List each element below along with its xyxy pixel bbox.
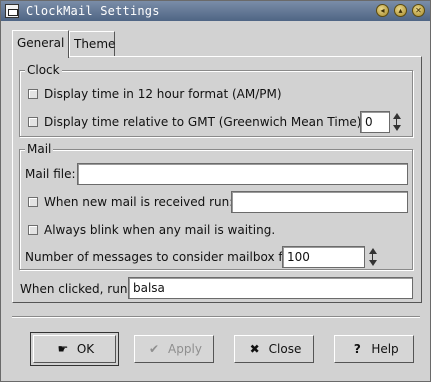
mail-group: Mail Mail file: When new mail is receive… bbox=[19, 142, 413, 270]
checkmark-icon: ✔ bbox=[149, 342, 160, 356]
maximize-icon[interactable]: ▴ bbox=[394, 4, 407, 17]
minimize-icon[interactable]: ◂ bbox=[376, 4, 389, 17]
on-click-row: When clicked, run: bbox=[20, 282, 131, 296]
tab-general-label: General bbox=[17, 36, 65, 50]
twelve-hour-label: Display time in 12 hour format (AM/PM) bbox=[44, 87, 282, 101]
mail-file-input[interactable] bbox=[77, 163, 408, 185]
ok-button[interactable]: ☛ OK bbox=[30, 332, 119, 366]
on-click-command-input[interactable]: balsa bbox=[128, 277, 413, 299]
apply-button[interactable]: ✔ Apply bbox=[134, 335, 214, 363]
help-button-label: Help bbox=[371, 342, 399, 356]
spin-down-icon[interactable] bbox=[393, 125, 401, 131]
help-button[interactable]: ? Help bbox=[334, 335, 414, 363]
spin-up-icon[interactable] bbox=[369, 248, 377, 254]
on-click-label: When clicked, run: bbox=[20, 282, 132, 296]
spin-up-icon[interactable] bbox=[393, 113, 401, 119]
mailbox-full-spinner[interactable]: 100 bbox=[282, 246, 365, 268]
gmt-checkbox[interactable] bbox=[28, 117, 38, 127]
blink-checkbox[interactable] bbox=[28, 225, 38, 235]
new-mail-command-input[interactable] bbox=[231, 191, 408, 213]
close-icon[interactable]: ✕ bbox=[412, 4, 425, 17]
twelve-hour-checkbox[interactable] bbox=[28, 89, 38, 99]
clock-group-label: Clock bbox=[25, 63, 62, 77]
general-panel: Clock Display time in 12 hour format (AM… bbox=[12, 56, 422, 303]
mailbox-full-spin-arrows[interactable] bbox=[367, 246, 379, 268]
gmt-offset-spinner[interactable]: 0 bbox=[360, 111, 390, 133]
mail-group-label: Mail bbox=[25, 142, 54, 156]
apply-button-label: Apply bbox=[168, 342, 202, 356]
x-icon: ✖ bbox=[249, 342, 260, 356]
window-title: ClockMail Settings bbox=[26, 4, 160, 18]
spin-down-icon[interactable] bbox=[369, 260, 377, 266]
tab-general[interactable]: General bbox=[12, 30, 69, 58]
gmt-option[interactable]: Display time relative to GMT (Greenwich … bbox=[28, 115, 366, 129]
button-separator bbox=[12, 316, 420, 318]
twelve-hour-option[interactable]: Display time in 12 hour format (AM/PM) bbox=[28, 87, 282, 101]
mailbox-full-label: Number of messages to consider mailbox f… bbox=[25, 250, 301, 264]
blink-label: Always blink when any mail is waiting. bbox=[44, 223, 276, 237]
blink-option[interactable]: Always blink when any mail is waiting. bbox=[28, 223, 275, 237]
close-button-label: Close bbox=[268, 342, 302, 356]
window-menu-icon[interactable] bbox=[5, 4, 19, 18]
new-mail-checkbox[interactable] bbox=[28, 197, 38, 207]
mail-file-row: Mail file: bbox=[25, 167, 76, 181]
gmt-label: Display time relative to GMT (Greenwich … bbox=[44, 115, 366, 129]
title-bar[interactable]: ClockMail Settings ◂ ▴ ✕ bbox=[1, 1, 430, 21]
close-button[interactable]: ✖ Close bbox=[234, 335, 314, 363]
ok-button-label: OK bbox=[76, 342, 95, 356]
settings-window: ClockMail Settings ◂ ▴ ✕ General Theme C… bbox=[0, 0, 431, 382]
tab-theme[interactable]: Theme bbox=[69, 31, 115, 57]
new-mail-label: When new mail is received run: bbox=[44, 195, 234, 209]
clock-group: Clock Display time in 12 hour format (AM… bbox=[19, 63, 413, 137]
ok-hand-icon: ☛ bbox=[57, 342, 69, 356]
mail-file-label: Mail file: bbox=[25, 167, 76, 181]
tab-theme-label: Theme bbox=[74, 37, 116, 51]
question-mark-icon: ? bbox=[353, 342, 361, 356]
new-mail-option[interactable]: When new mail is received run: bbox=[28, 195, 233, 209]
gmt-offset-spin-arrows[interactable] bbox=[391, 111, 403, 133]
mailbox-full-row: Number of messages to consider mailbox f… bbox=[25, 250, 301, 264]
